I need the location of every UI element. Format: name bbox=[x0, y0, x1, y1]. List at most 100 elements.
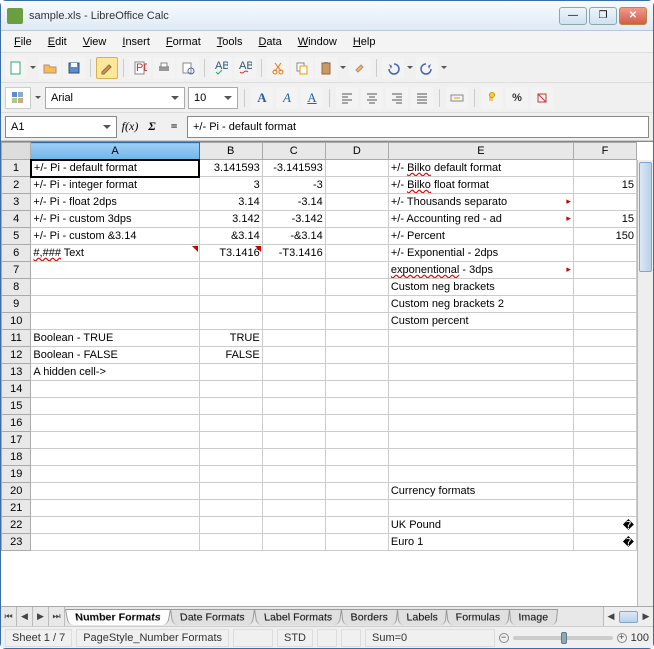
sheet-tab-labels[interactable]: Labels bbox=[397, 609, 447, 625]
row-header[interactable]: 1 bbox=[2, 160, 31, 177]
cell-F5[interactable]: 150 bbox=[573, 228, 636, 245]
print-preview-icon[interactable] bbox=[177, 57, 199, 79]
cell-B16[interactable] bbox=[199, 415, 262, 432]
minimize-button[interactable]: — bbox=[559, 7, 587, 25]
cell-C2[interactable]: -3 bbox=[262, 177, 325, 194]
col-header-D[interactable]: D bbox=[325, 143, 388, 160]
cell-C13[interactable] bbox=[262, 364, 325, 381]
col-header-C[interactable]: C bbox=[262, 143, 325, 160]
cell-B7[interactable] bbox=[199, 262, 262, 279]
font-name-combo[interactable]: Arial bbox=[45, 87, 185, 109]
cell-C3[interactable]: -3.14 bbox=[262, 194, 325, 211]
cell-F11[interactable] bbox=[573, 330, 636, 347]
standard-format-icon[interactable] bbox=[531, 87, 553, 109]
menu-format[interactable]: Format bbox=[159, 34, 208, 50]
copy-icon[interactable] bbox=[291, 57, 313, 79]
redo-dropdown[interactable] bbox=[440, 63, 448, 72]
cell-E10[interactable]: Custom percent bbox=[388, 313, 573, 330]
cell-D14[interactable] bbox=[325, 381, 388, 398]
selection-mode[interactable]: STD bbox=[277, 629, 313, 647]
cell-C17[interactable] bbox=[262, 432, 325, 449]
cell-A3[interactable]: +/- Pi - float 2dps bbox=[31, 194, 199, 211]
row-header[interactable]: 8 bbox=[2, 279, 31, 296]
new-dropdown[interactable] bbox=[29, 63, 37, 72]
cell-D6[interactable] bbox=[325, 245, 388, 262]
cell-A16[interactable] bbox=[31, 415, 199, 432]
sheet-tab-image[interactable]: Image bbox=[509, 609, 558, 625]
row-header[interactable]: 18 bbox=[2, 449, 31, 466]
cell-E17[interactable] bbox=[388, 432, 573, 449]
cell-E12[interactable] bbox=[388, 347, 573, 364]
menu-tools[interactable]: Tools bbox=[210, 34, 250, 50]
cell-F7[interactable] bbox=[573, 262, 636, 279]
cell-D11[interactable] bbox=[325, 330, 388, 347]
cell-E3[interactable]: +/- Thousands separato bbox=[388, 194, 573, 211]
row-header[interactable]: 13 bbox=[2, 364, 31, 381]
menu-insert[interactable]: Insert bbox=[115, 34, 157, 50]
row-header[interactable]: 3 bbox=[2, 194, 31, 211]
cell-C23[interactable] bbox=[262, 534, 325, 551]
cell-D21[interactable] bbox=[325, 500, 388, 517]
cell-C8[interactable] bbox=[262, 279, 325, 296]
cell-E4[interactable]: +/- Accounting red - ad bbox=[388, 211, 573, 228]
col-header-A[interactable]: A bbox=[31, 143, 199, 160]
cell-E2[interactable]: +/- Bilko float format bbox=[388, 177, 573, 194]
cell-E23[interactable]: Euro 1 bbox=[388, 534, 573, 551]
vertical-scrollbar[interactable] bbox=[637, 160, 653, 606]
cell-E15[interactable] bbox=[388, 398, 573, 415]
tab-last-icon[interactable]: ⏭ bbox=[49, 607, 65, 626]
cell-C21[interactable] bbox=[262, 500, 325, 517]
spellcheck-icon[interactable]: ABC bbox=[210, 57, 232, 79]
row-header[interactable]: 14 bbox=[2, 381, 31, 398]
cell-C22[interactable] bbox=[262, 517, 325, 534]
cell-B5[interactable]: &3.14 bbox=[199, 228, 262, 245]
percent-icon[interactable]: % bbox=[506, 87, 528, 109]
menu-data[interactable]: Data bbox=[251, 34, 288, 50]
cell-C10[interactable] bbox=[262, 313, 325, 330]
merge-cells-icon[interactable] bbox=[446, 87, 468, 109]
cell-E9[interactable]: Custom neg brackets 2 bbox=[388, 296, 573, 313]
cell-A8[interactable] bbox=[31, 279, 199, 296]
format-paintbrush-icon[interactable] bbox=[349, 57, 371, 79]
cell-F9[interactable] bbox=[573, 296, 636, 313]
tab-first-icon[interactable]: ⏮ bbox=[1, 607, 17, 626]
cell-E19[interactable] bbox=[388, 466, 573, 483]
font-size-combo[interactable]: 10 bbox=[188, 87, 238, 109]
cell-B17[interactable] bbox=[199, 432, 262, 449]
horizontal-scrollbar[interactable]: ◀ ▶ bbox=[603, 607, 653, 626]
cell-D22[interactable] bbox=[325, 517, 388, 534]
cell-D12[interactable] bbox=[325, 347, 388, 364]
cell-B2[interactable]: 3 bbox=[199, 177, 262, 194]
menu-view[interactable]: View bbox=[76, 34, 114, 50]
cell-A15[interactable] bbox=[31, 398, 199, 415]
row-header[interactable]: 17 bbox=[2, 432, 31, 449]
zoom-handle[interactable] bbox=[561, 632, 567, 644]
cell-E16[interactable] bbox=[388, 415, 573, 432]
cell-D5[interactable] bbox=[325, 228, 388, 245]
cell-A20[interactable] bbox=[31, 483, 199, 500]
row-header[interactable]: 4 bbox=[2, 211, 31, 228]
sheet-tab-label-formats[interactable]: Label Formats bbox=[254, 609, 342, 625]
cell-A5[interactable]: +/- Pi - custom &3.14 bbox=[31, 228, 199, 245]
cell-D17[interactable] bbox=[325, 432, 388, 449]
cell-B3[interactable]: 3.14 bbox=[199, 194, 262, 211]
styles-dropdown[interactable] bbox=[34, 93, 42, 102]
cell-D8[interactable] bbox=[325, 279, 388, 296]
row-header[interactable]: 7 bbox=[2, 262, 31, 279]
cell-A12[interactable]: Boolean - FALSE bbox=[31, 347, 199, 364]
cell-A4[interactable]: +/- Pi - custom 3dps bbox=[31, 211, 199, 228]
close-button[interactable]: ✕ bbox=[619, 7, 647, 25]
cell-F12[interactable] bbox=[573, 347, 636, 364]
cell-D1[interactable] bbox=[325, 160, 388, 177]
align-right-icon[interactable] bbox=[386, 87, 408, 109]
cell-A19[interactable] bbox=[31, 466, 199, 483]
row-header[interactable]: 19 bbox=[2, 466, 31, 483]
undo-icon[interactable] bbox=[382, 57, 404, 79]
row-header[interactable]: 2 bbox=[2, 177, 31, 194]
cell-B10[interactable] bbox=[199, 313, 262, 330]
cell-D19[interactable] bbox=[325, 466, 388, 483]
cell-D10[interactable] bbox=[325, 313, 388, 330]
cell-C12[interactable] bbox=[262, 347, 325, 364]
export-pdf-icon[interactable]: PDF bbox=[129, 57, 151, 79]
cell-A18[interactable] bbox=[31, 449, 199, 466]
